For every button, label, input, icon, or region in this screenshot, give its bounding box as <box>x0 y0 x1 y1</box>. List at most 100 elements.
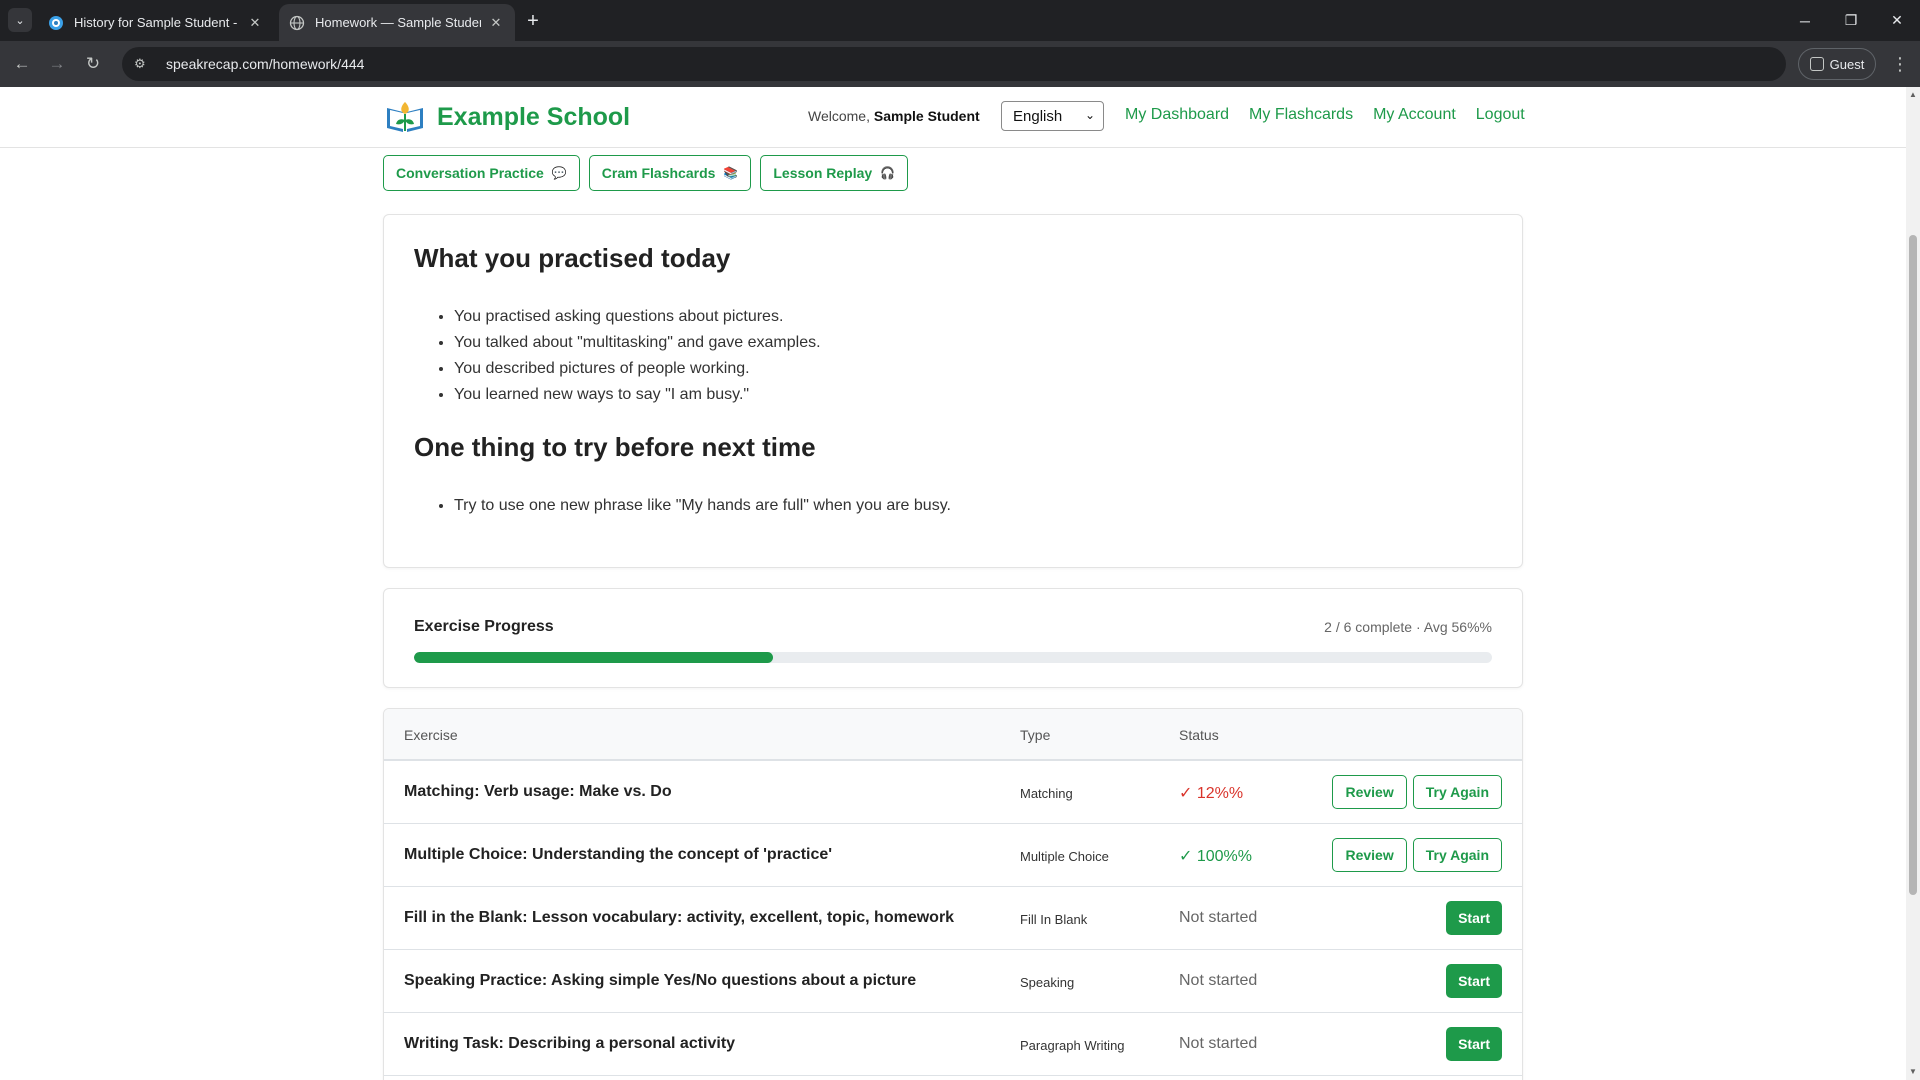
exercise-name: Writing Task: Describing a personal acti… <box>404 1035 736 1052</box>
summary-heading: What you practised today <box>414 243 731 273</box>
restore-icon[interactable]: ❐ <box>1828 0 1874 41</box>
scroll-down-arrow-icon[interactable]: ▼ <box>1908 1067 1918 1077</box>
exercise-type: Multiple Choice <box>1020 849 1109 864</box>
welcome-text: Welcome, Sample Student <box>808 108 980 124</box>
start-button[interactable]: Start <box>1446 901 1502 935</box>
browser-tab-strip: ⌄ History for Sample Student - Sp ✕ Home… <box>0 0 1920 41</box>
row-actions: Start <box>1446 901 1502 935</box>
speech-bubble-icon: 💬 <box>551 166 567 180</box>
exercise-name: Multiple Choice: Understanding the conce… <box>404 846 833 863</box>
table-row: Speaking Practice: Asking simple Yes/No … <box>384 950 1522 1013</box>
button-label: Cram Flashcards <box>601 165 716 181</box>
site-header: Example School Welcome, Sample Student E… <box>0 87 1906 148</box>
close-window-icon[interactable]: ✕ <box>1874 0 1920 41</box>
profile-icon <box>1809 57 1824 71</box>
scrollbar-thumb[interactable] <box>1909 235 1917 895</box>
close-tab-icon[interactable]: ✕ <box>487 14 505 32</box>
new-tab-plus-icon[interactable]: + <box>520 8 546 34</box>
browser-tab-homework[interactable]: Homework — Sample Student ✕ <box>279 4 515 41</box>
headphones-icon: 🎧 <box>880 166 896 180</box>
scroll-up-arrow-icon[interactable]: ▲ <box>1908 90 1918 100</box>
progress-bar-fill <box>414 652 773 663</box>
review-button[interactable]: Review <box>1332 775 1407 809</box>
welcome-prefix: Welcome, <box>808 108 870 124</box>
page-viewport: Example School Welcome, Sample Student E… <box>0 87 1906 1080</box>
page-scrollbar[interactable]: ▲ ▼ <box>1906 87 1920 1080</box>
nav-my-account[interactable]: My Account <box>1373 106 1456 124</box>
browser-tab-history[interactable]: History for Sample Student - Sp ✕ <box>38 4 274 41</box>
reload-icon[interactable]: ↻ <box>79 50 107 78</box>
button-label: Conversation Practice <box>396 165 544 181</box>
table-header: Exercise Type Status <box>384 709 1522 761</box>
exercise-type: Speaking <box>1020 975 1075 990</box>
row-actions: Review Try Again <box>1332 775 1502 809</box>
progress-title: Exercise Progress <box>414 618 554 635</box>
progress-summary: 2 / 6 complete · Avg 56%% <box>1324 619 1492 635</box>
start-button[interactable]: Start <box>1446 1027 1502 1061</box>
browser-menu-icon[interactable]: ⋮ <box>1888 50 1912 78</box>
table-row: Matching: Verb usage: Make vs. Do Matchi… <box>384 761 1522 824</box>
nav-my-flashcards[interactable]: My Flashcards <box>1249 106 1353 124</box>
start-button[interactable]: Start <box>1446 964 1502 998</box>
row-actions: Start <box>1446 964 1502 998</box>
exercise-status: Not started <box>1179 1035 1258 1052</box>
globe-icon <box>289 15 305 30</box>
tab-title: Homework — Sample Student <box>315 15 481 30</box>
tab-search-chevron-icon[interactable]: ⌄ <box>8 8 32 32</box>
lesson-replay-button[interactable]: Lesson Replay 🎧 <box>760 155 909 191</box>
top-nav: My Dashboard My Flashcards My Account Lo… <box>1125 106 1525 124</box>
exercise-name: Matching: Verb usage: Make vs. Do <box>404 783 672 800</box>
table-row: Writing Task: Describing a personal acti… <box>384 1013 1522 1076</box>
exercise-status: ✓ 12%% <box>1179 785 1244 802</box>
conversation-practice-button[interactable]: Conversation Practice 💬 <box>383 155 580 191</box>
window-controls: ─ ❐ ✕ <box>1782 0 1920 41</box>
list-item: You learned new ways to say "I am busy." <box>454 382 1492 408</box>
close-tab-icon[interactable]: ✕ <box>246 14 264 32</box>
site-info-icon[interactable]: ⚙ <box>134 56 156 72</box>
brand[interactable]: Example School <box>383 98 630 136</box>
language-select[interactable]: English ⌄ <box>1001 101 1104 131</box>
open-book-logo-icon <box>387 102 423 132</box>
exercise-status: Not started <box>1179 972 1258 989</box>
forward-arrow-icon[interactable]: → <box>43 50 71 78</box>
address-bar[interactable]: ⚙ speakrecap.com/homework/444 <box>122 47 1786 81</box>
speakrecap-favicon-icon <box>49 15 63 30</box>
cram-flashcards-button[interactable]: Cram Flashcards 📚 <box>588 155 752 191</box>
exercise-status: Not started <box>1179 909 1258 926</box>
table-row: Multiple Choice: Understanding the conce… <box>384 824 1522 887</box>
nav-my-dashboard[interactable]: My Dashboard <box>1125 106 1229 124</box>
nav-logout[interactable]: Logout <box>1476 106 1525 124</box>
exercise-table: Exercise Type Status Matching: Verb usag… <box>383 708 1523 1080</box>
tab-title: History for Sample Student - Sp <box>74 15 240 30</box>
exercise-name: Fill in the Blank: Lesson vocabulary: ac… <box>404 909 955 926</box>
review-button[interactable]: Review <box>1332 838 1407 872</box>
url-text: speakrecap.com/homework/444 <box>166 56 365 72</box>
next-time-list: Try to use one new phrase like "My hands… <box>454 493 1492 519</box>
list-item: Try to use one new phrase like "My hands… <box>454 493 1492 519</box>
try-again-button[interactable]: Try Again <box>1412 775 1502 809</box>
chevron-down-icon: ⌄ <box>1084 108 1095 122</box>
exercise-type: Fill In Blank <box>1020 912 1088 927</box>
progress-bar <box>414 652 1492 663</box>
try-again-button[interactable]: Try Again <box>1412 838 1502 872</box>
table-row: Fill in the Blank: Lesson vocabulary: ac… <box>384 887 1522 950</box>
list-item: You talked about "multitasking" and gave… <box>454 330 1492 356</box>
list-item: You practised asking questions about pic… <box>454 304 1492 330</box>
user-name: Sample Student <box>873 108 980 124</box>
profile-button[interactable]: Guest <box>1798 48 1876 80</box>
row-actions: Review Try Again <box>1332 838 1502 872</box>
exercise-type: Paragraph Writing <box>1020 1038 1125 1053</box>
language-value: English <box>1013 107 1063 125</box>
back-arrow-icon[interactable]: ← <box>8 50 36 78</box>
books-icon: 📚 <box>723 166 739 180</box>
quick-links: Conversation Practice 💬 Cram Flashcards … <box>383 155 909 191</box>
profile-label: Guest <box>1829 56 1865 72</box>
summary-list: You practised asking questions about pic… <box>454 304 1492 408</box>
column-header-status: Status <box>1179 727 1219 743</box>
lesson-summary-card: What you practised today You practised a… <box>383 214 1523 568</box>
exercise-name: Speaking Practice: Asking simple Yes/No … <box>404 972 917 989</box>
minimize-icon[interactable]: ─ <box>1782 0 1828 41</box>
button-label: Lesson Replay <box>773 165 873 181</box>
row-actions: Start <box>1446 1027 1502 1061</box>
brand-name: Example School <box>437 102 631 131</box>
